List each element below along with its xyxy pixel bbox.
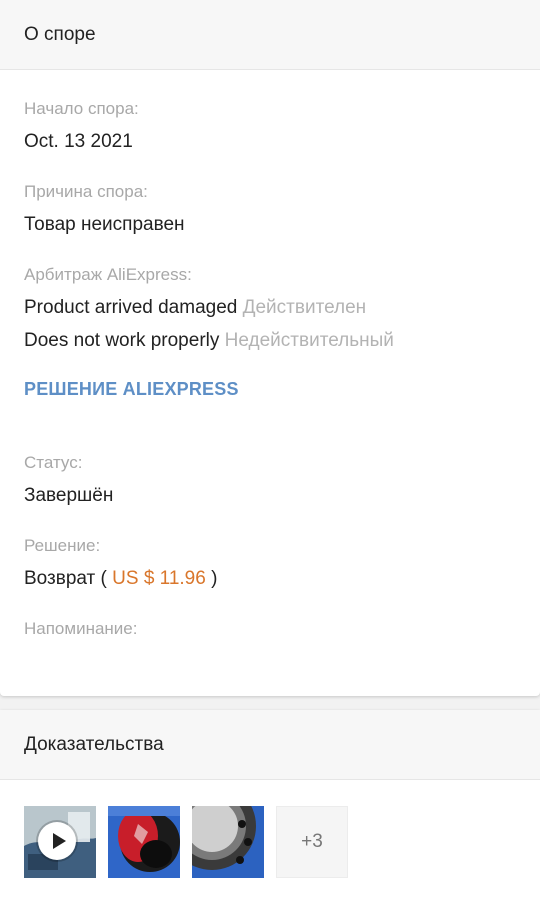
more-evidence-button[interactable]: +3 — [276, 806, 348, 878]
resolution-label: Решение: — [24, 536, 101, 555]
resolution-value: Возврат ( US $ 11.96 ) — [24, 568, 217, 590]
reminder-label: Напоминание: — [24, 619, 138, 638]
evidence-video-thumbnail[interactable] — [24, 806, 96, 878]
photo-image — [108, 806, 180, 878]
play-icon[interactable] — [38, 822, 76, 860]
status-value: Завершён — [24, 485, 114, 506]
arbitration-item: Does not work properly Недействительный — [24, 330, 394, 352]
arbitration-verdict: Недействительный — [224, 330, 394, 351]
arbitration-verdict: Действителен — [242, 297, 367, 318]
arbitration-label: Арбитраж AliExpress: — [24, 265, 192, 284]
arbitration-item: Product arrived damaged Действителен — [24, 297, 366, 319]
evidence-photo-thumbnail[interactable] — [108, 806, 180, 878]
resolution-prefix: Возврат ( — [24, 568, 107, 589]
evidence-header: Доказательства — [0, 710, 540, 780]
arbitration-reason: Product arrived damaged — [24, 297, 238, 318]
evidence-card: Доказательства +3 — [0, 710, 540, 902]
evidence-photo-thumbnail[interactable] — [192, 806, 264, 878]
resolution-suffix: ) — [211, 568, 218, 589]
dispute-card: О споре Начало спора: Oct. 13 2021 Причи… — [0, 0, 540, 696]
dispute-start-value: Oct. 13 2021 — [24, 131, 133, 152]
refund-amount: US $ 11.96 — [112, 568, 206, 589]
arbitration-reason: Does not work properly — [24, 330, 220, 351]
status-label: Статус: — [24, 453, 83, 472]
dispute-reason-value: Товар неисправен — [24, 214, 185, 235]
photo-image — [192, 806, 264, 878]
dispute-reason-label: Причина спора: — [24, 182, 148, 201]
aliexpress-decision-link[interactable]: РЕШЕНИЕ ALIEXPRESS — [24, 379, 239, 400]
dispute-start-label: Начало спора: — [24, 99, 139, 118]
dispute-header: О споре — [0, 0, 540, 70]
